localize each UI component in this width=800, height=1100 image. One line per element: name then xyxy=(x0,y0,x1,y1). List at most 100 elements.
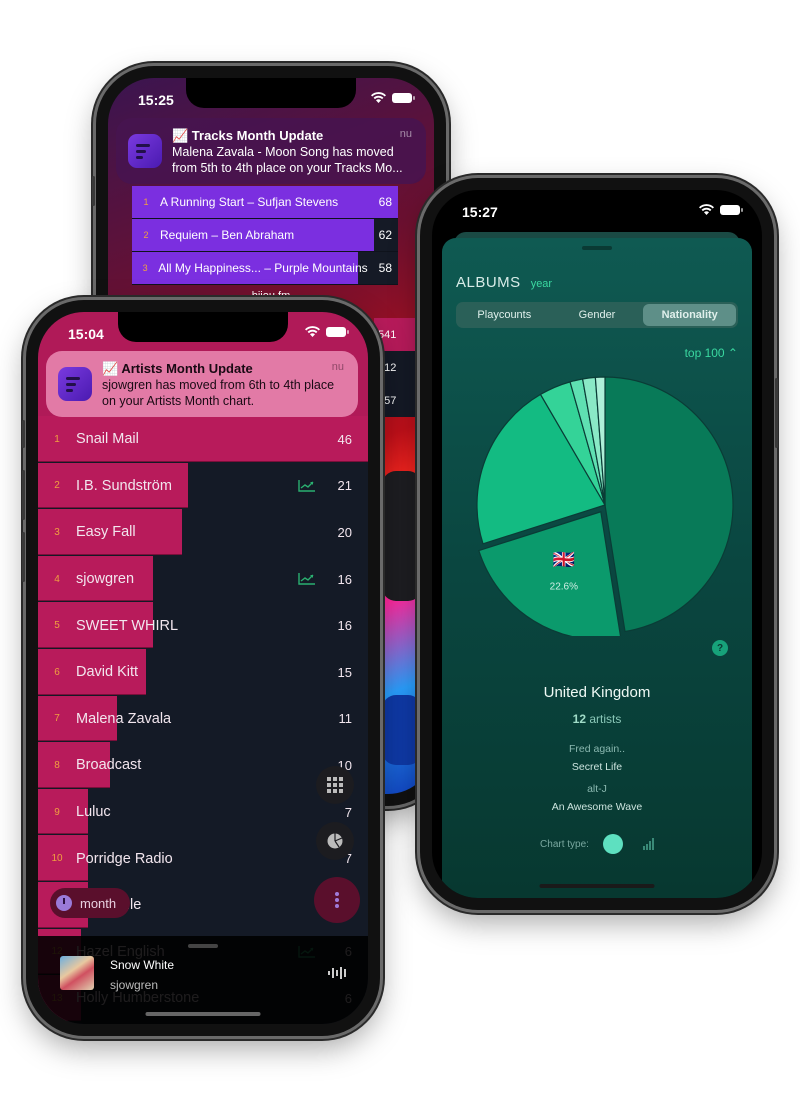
artist-row[interactable]: 4 sjowgren 16 xyxy=(38,555,368,603)
battery-icon xyxy=(326,326,349,337)
artist-rank: 1 xyxy=(54,433,60,445)
notification-body: Malena Zavala - Moon Song has moved from… xyxy=(172,145,403,175)
grid-icon xyxy=(327,777,343,793)
bar-chart-type-button[interactable] xyxy=(642,838,654,850)
artist-rank: 6 xyxy=(54,666,60,678)
now-playing-bar[interactable]: Snow White sjowgren xyxy=(38,936,368,1024)
app-icon xyxy=(58,367,92,401)
tab-nationality[interactable]: Nationality xyxy=(643,304,737,326)
track-row[interactable]: 3 All My Happiness... – Purple Mountains 5… xyxy=(132,252,398,285)
nationality-pie-chart[interactable]: 🇬🇧 22.6% xyxy=(474,374,736,636)
notification-tracks-update[interactable]: 📈 Tracks Month Update Malena Zavala - Mo… xyxy=(116,118,426,184)
artist-rank: 4 xyxy=(54,573,60,585)
pie-chart-icon xyxy=(327,833,343,849)
artist-count: 16 xyxy=(337,571,352,587)
artist-name: Easy Fall xyxy=(76,524,136,541)
track-count: 58 xyxy=(378,261,392,275)
notification-title: 📈 Tracks Month Update xyxy=(172,128,324,143)
power-button xyxy=(775,378,778,448)
pie-slice-other[interactable] xyxy=(604,376,734,633)
notification-time: nu xyxy=(331,361,344,373)
more-options-button[interactable] xyxy=(314,877,360,923)
artist-count: 16 xyxy=(337,618,352,634)
artist-name: David Kitt xyxy=(76,664,139,681)
partial-widget xyxy=(382,471,422,601)
featured-artist: Fred again.. xyxy=(568,743,626,755)
artist-rank: 10 xyxy=(51,853,63,865)
volume-up-button xyxy=(22,470,25,520)
artists-chart-list: 1 Snail Mail 46 2 I.B. Sundström 21 3 Easy Fall… xyxy=(38,416,368,1022)
track-label: Requiem – Ben Abraham xyxy=(160,228,295,242)
track-label: All My Happiness... – Purple Mountains xyxy=(158,261,368,275)
drag-handle[interactable] xyxy=(188,944,218,948)
artist-row[interactable]: 2 I.B. Sundström 21 xyxy=(38,462,368,510)
help-button[interactable]: ? xyxy=(712,640,728,656)
track-label: A Running Start – Sufjan Stevens xyxy=(160,195,339,209)
notification-title: 📈 Artists Month Update xyxy=(102,361,253,376)
period-label: month xyxy=(80,895,117,911)
track-row[interactable]: 1 A Running Start – Sufjan Stevens 68 xyxy=(132,186,398,219)
artist-count-suffix: artists xyxy=(586,712,622,726)
artist-row[interactable]: 5 SWEET WHIRL 16 xyxy=(38,602,368,649)
artist-name: Luluc xyxy=(76,804,111,821)
more-vertical-icon xyxy=(335,892,339,908)
featured-artist: alt-J xyxy=(587,783,607,795)
clock-icon xyxy=(56,895,72,911)
selected-country-name: United Kingdom xyxy=(543,684,651,701)
app-icon xyxy=(128,134,162,168)
artist-row[interactable]: 7 Malena Zavala 11 xyxy=(38,695,368,743)
mute-switch xyxy=(92,176,95,206)
artist-name: Malena Zavala xyxy=(76,710,172,727)
home-indicator xyxy=(145,1012,261,1016)
pie-chart-type-button[interactable] xyxy=(602,834,623,854)
segmented-control: Playcounts Gender Nationality xyxy=(456,302,738,328)
top-count-selector[interactable]: top 100 ⌃ xyxy=(685,346,738,360)
chart-type-switcher: Chart type: xyxy=(442,834,752,854)
artist-count: 20 xyxy=(337,524,352,540)
tracks-widget-list: 1 A Running Start – Sufjan Stevens 68 2 Requ… xyxy=(132,186,398,285)
artist-name: Snail Mail xyxy=(76,431,139,448)
artist-rank: 9 xyxy=(54,806,60,818)
status-time: 15:25 xyxy=(138,92,174,108)
artist-name: I.B. Sundström xyxy=(76,477,172,494)
grid-view-button[interactable] xyxy=(316,766,354,804)
notification-time: nu xyxy=(399,128,412,140)
artist-name: Porridge Radio xyxy=(76,850,173,867)
mute-switch xyxy=(22,420,25,448)
featured-albums: Fred again.. Secret Life alt-J An Awesome W… xyxy=(442,740,752,820)
chart-type-label: Chart type: xyxy=(540,838,589,850)
track-rank: 1 xyxy=(143,197,149,207)
featured-album[interactable]: An Awesome Wave xyxy=(442,798,752,816)
period-selector[interactable]: month xyxy=(50,888,131,918)
now-playing-title: Snow White xyxy=(110,958,175,972)
marketing-composite: 15:25 📈 Tracks Month Update Malena Zaval… xyxy=(0,0,800,1100)
track-row[interactable]: 2 Requiem – Ben Abraham 62 xyxy=(132,219,398,252)
wifi-icon xyxy=(371,92,386,103)
notification-artists-update[interactable]: 📈 Artists Month Update sjowgren has move… xyxy=(46,351,358,417)
notification-body: sjowgren has moved from 6th to 4th place… xyxy=(102,378,335,408)
wifi-icon xyxy=(699,204,714,215)
album-artwork xyxy=(60,956,94,990)
nationality-sheet: ALBUMS year Playcounts Gender Nationality t… xyxy=(442,238,752,898)
partial-widget xyxy=(382,695,422,765)
artist-count: 46 xyxy=(337,431,352,447)
artist-row[interactable]: 6 David Kitt 15 xyxy=(38,648,368,696)
sheet-heading: ALBUMS year xyxy=(456,274,552,291)
now-playing-artist: sjowgren xyxy=(110,978,159,992)
artist-count: 12 xyxy=(572,712,586,726)
artist-rank: 7 xyxy=(54,713,60,725)
drag-handle[interactable] xyxy=(582,246,612,250)
period-label[interactable]: year xyxy=(531,278,552,290)
artist-row[interactable]: 3 Easy Fall 20 xyxy=(38,509,368,556)
slice-percent-label: 22.6% xyxy=(550,582,578,593)
artist-row[interactable]: 1 Snail Mail 46 xyxy=(38,416,368,463)
pie-chart-button[interactable] xyxy=(316,822,354,860)
tab-gender[interactable]: Gender xyxy=(551,304,644,326)
status-bar: 15:25 xyxy=(108,92,434,112)
trending-up-icon xyxy=(298,573,315,585)
featured-album[interactable]: Secret Life xyxy=(442,758,752,776)
status-bar: 15:27 xyxy=(432,204,762,224)
wifi-icon xyxy=(305,326,320,337)
tab-playcounts[interactable]: Playcounts xyxy=(458,304,551,326)
status-time: 15:27 xyxy=(462,204,498,220)
